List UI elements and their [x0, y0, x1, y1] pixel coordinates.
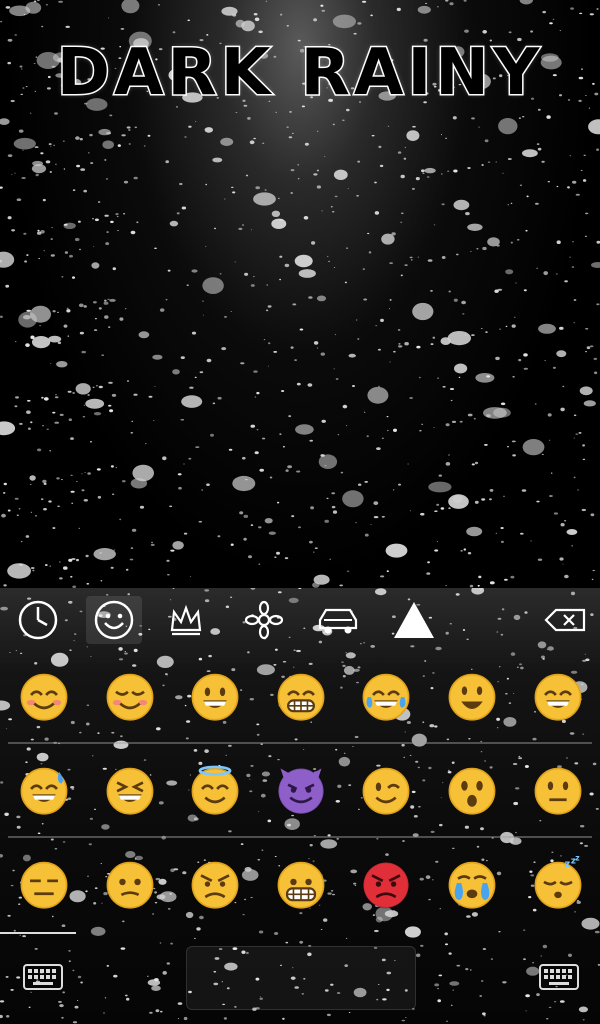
emoji-row: zzz	[0, 840, 600, 930]
emoji-key-halo-smile[interactable]	[172, 746, 258, 832]
grin-teeth-emoji-icon	[277, 673, 325, 721]
svg-text:z: z	[564, 859, 570, 870]
triangle-icon	[394, 602, 434, 638]
emoji-key-sweat-smile[interactable]	[1, 746, 87, 832]
emoji-key-relaxed-blush[interactable]	[87, 652, 173, 738]
switch-keyboard-right[interactable]	[534, 954, 584, 1000]
theme-preview: DARK RAINY	[0, 0, 600, 588]
category-smileys[interactable]	[86, 596, 142, 644]
emoji-key-confused[interactable]	[87, 840, 173, 926]
backspace-icon	[544, 608, 586, 632]
emoji-key-smiley-open[interactable]	[429, 652, 515, 738]
big-smile-emoji-icon	[191, 673, 239, 721]
emoji-key-neutral-open[interactable]	[515, 746, 600, 832]
relaxed-blush-emoji-icon	[106, 673, 154, 721]
confused-emoji-icon	[106, 861, 154, 909]
smile-eyes-emoji-icon	[534, 673, 582, 721]
laughing-squint-emoji-icon	[106, 767, 154, 815]
emoji-key-laughing-squint[interactable]	[87, 746, 173, 832]
expressionless-emoji-icon	[20, 861, 68, 909]
sweat-smile-emoji-icon	[20, 767, 68, 815]
emoji-key-sleeping[interactable]: zzz	[515, 840, 600, 926]
row-divider	[8, 836, 592, 838]
category-nature[interactable]	[236, 596, 292, 644]
emoji-key-smile-eyes[interactable]	[515, 652, 600, 738]
space-key[interactable]	[186, 946, 416, 1010]
smiling-devil-emoji-icon	[277, 767, 325, 815]
svg-text:z: z	[575, 855, 580, 862]
emoji-row	[0, 652, 600, 742]
emoji-key-big-smile[interactable]	[172, 652, 258, 738]
laugh-tears-emoji-icon	[362, 673, 410, 721]
pouting-red-emoji-icon	[362, 861, 410, 909]
theme-title: DARK RAINY	[55, 35, 544, 112]
halo-smile-emoji-icon	[191, 765, 239, 815]
crown-icon	[170, 604, 202, 636]
emoji-key-wink[interactable]	[343, 746, 429, 832]
emoji-key-grimace[interactable]	[258, 840, 344, 926]
emoji-key-crying[interactable]	[429, 840, 515, 926]
row-divider	[8, 742, 592, 744]
keyboard-bottom-bar	[0, 932, 600, 1024]
emoji-key-laugh-tears[interactable]	[343, 652, 429, 738]
smiley-open-emoji-icon	[448, 673, 496, 721]
emoji-key-surprised[interactable]	[429, 746, 515, 832]
emoji-row	[0, 746, 600, 836]
emoji-key-smiling-devil[interactable]	[258, 746, 344, 832]
clock-icon	[18, 600, 58, 640]
surprised-emoji-icon	[448, 767, 496, 815]
category-objects[interactable]	[158, 596, 214, 644]
switch-keyboard-left[interactable]	[18, 954, 68, 1000]
emoji-key-pouting-red[interactable]	[343, 840, 429, 926]
grimace-emoji-icon	[277, 861, 325, 909]
emoji-category-bar	[0, 588, 600, 652]
sleeping-emoji-icon: zzz	[534, 855, 582, 909]
category-recent[interactable]	[10, 596, 66, 644]
keyboard-icon	[23, 964, 63, 990]
category-places[interactable]	[310, 596, 366, 644]
category-symbols[interactable]	[386, 596, 442, 644]
car-icon	[318, 608, 358, 634]
emoji-key-angry[interactable]	[172, 840, 258, 926]
smiley-icon	[94, 600, 134, 640]
backspace-button[interactable]	[538, 596, 594, 644]
emoji-keyboard: zzz	[0, 588, 600, 1024]
emoji-key-grin-teeth[interactable]	[258, 652, 344, 738]
wink-emoji-icon	[362, 767, 410, 815]
keyboard-icon	[539, 964, 579, 990]
neutral-open-emoji-icon	[534, 767, 582, 815]
emoji-grid: zzz	[0, 652, 600, 924]
blush-smile-emoji-icon	[20, 673, 68, 721]
emoji-key-expressionless[interactable]	[1, 840, 87, 926]
angry-emoji-icon	[191, 861, 239, 909]
crying-emoji-icon	[448, 861, 496, 909]
flower-icon	[244, 600, 284, 640]
emoji-key-blush-smile[interactable]	[1, 652, 87, 738]
